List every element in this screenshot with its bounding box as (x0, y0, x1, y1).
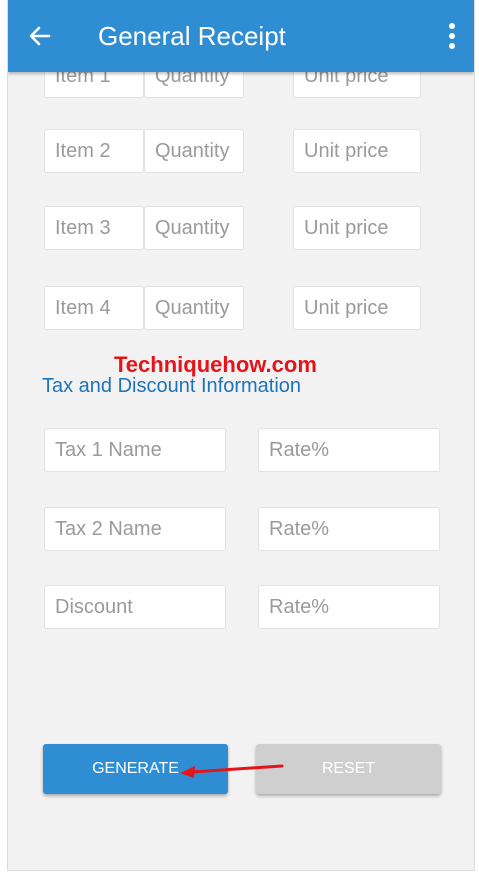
more-vert-icon[interactable] (444, 22, 460, 50)
tax-1-name-field[interactable]: Tax 1 Name (44, 428, 226, 472)
tax-2-name-field[interactable]: Tax 2 Name (44, 507, 226, 551)
discount-name-field[interactable]: Discount (44, 585, 226, 629)
tax-1-rate-field[interactable]: Rate% (258, 428, 440, 472)
item-2-field[interactable]: Item 2 (44, 129, 144, 173)
unit-price-2-field[interactable]: Unit price (293, 129, 421, 173)
discount-rate-field[interactable]: Rate% (258, 585, 440, 629)
tax-2-rate-field[interactable]: Rate% (258, 507, 440, 551)
item-3-field[interactable]: Item 3 (44, 206, 144, 250)
quantity-3-field[interactable]: Quantity (144, 206, 244, 250)
quantity-4-field[interactable]: Quantity (144, 286, 244, 330)
unit-price-4-field[interactable]: Unit price (293, 286, 421, 330)
arrow-left-icon[interactable] (28, 24, 52, 48)
unit-price-3-field[interactable]: Unit price (293, 206, 421, 250)
tax-discount-heading: Tax and Discount Information (42, 375, 302, 397)
quantity-2-field[interactable]: Quantity (144, 129, 244, 173)
app-screen: Item 1 Quantity Unit price Item 2 Quanti… (7, 0, 475, 871)
reset-button[interactable]: RESET (256, 744, 441, 794)
item-4-field[interactable]: Item 4 (44, 286, 144, 330)
app-bar-title: General Receipt (98, 21, 286, 51)
generate-button[interactable]: GENERATE (43, 744, 228, 794)
app-bar: General Receipt (8, 0, 474, 72)
